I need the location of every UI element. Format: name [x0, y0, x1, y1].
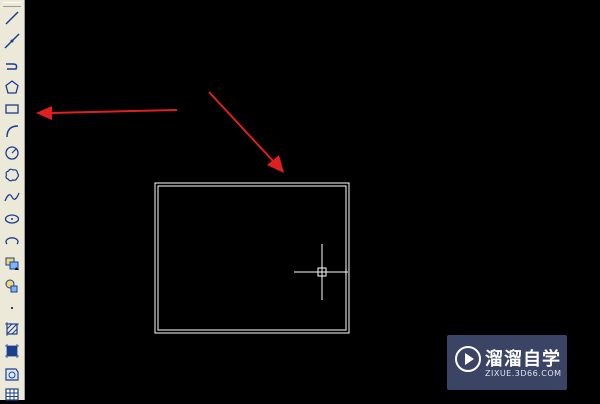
gradient-tool-button[interactable]: [2, 341, 22, 361]
hatch-icon: [5, 322, 19, 336]
ellipse-icon: [4, 214, 20, 224]
ellipse-tool-button[interactable]: [2, 209, 22, 229]
construction-line-icon: [4, 33, 20, 49]
polygon-tool-button[interactable]: [2, 77, 22, 97]
toolbar-grip[interactable]: [3, 2, 21, 7]
point-icon: [11, 307, 13, 309]
revision-cloud-icon: [5, 168, 19, 182]
play-logo-icon: [455, 346, 481, 372]
line-icon: [5, 11, 19, 25]
ellipse-arc-icon: [5, 237, 19, 245]
polyline-icon: [6, 63, 18, 70]
arc-icon: [6, 125, 19, 138]
region-icon: [5, 368, 19, 381]
circle-icon: [5, 146, 19, 160]
line-tool-button[interactable]: [2, 8, 22, 28]
draw-toolbar: [0, 0, 25, 401]
rectangle-tool-button[interactable]: [2, 99, 22, 119]
watermark-title: 溜溜自学: [485, 349, 561, 370]
construction-line-tool-button[interactable]: [2, 31, 22, 51]
make-block-icon: [5, 279, 18, 293]
watermark-url: ZIXUE.3D66.COM: [485, 369, 562, 378]
gradient-icon: [5, 344, 19, 358]
spline-icon: [4, 192, 20, 202]
insert-block-tool-button[interactable]: [2, 253, 22, 273]
circle-tool-button[interactable]: [2, 143, 22, 163]
polygon-icon: [5, 80, 19, 94]
revision-cloud-tool-button[interactable]: [2, 165, 22, 185]
polyline-tool-button[interactable]: [2, 54, 22, 74]
rectangle-icon: [5, 104, 19, 114]
ellipse-arc-tool-button[interactable]: [2, 231, 22, 251]
region-tool-button[interactable]: [2, 364, 22, 384]
point-tool-button[interactable]: [2, 298, 22, 318]
spline-tool-button[interactable]: [2, 187, 22, 207]
make-block-tool-button[interactable]: [2, 276, 22, 296]
insert-block-icon: [5, 257, 19, 270]
table-tool-button[interactable]: [2, 384, 22, 404]
arc-tool-button[interactable]: [2, 121, 22, 141]
watermark-badge: 溜溜自学 ZIXUE.3D66.COM: [447, 335, 567, 390]
hatch-tool-button[interactable]: [2, 319, 22, 339]
